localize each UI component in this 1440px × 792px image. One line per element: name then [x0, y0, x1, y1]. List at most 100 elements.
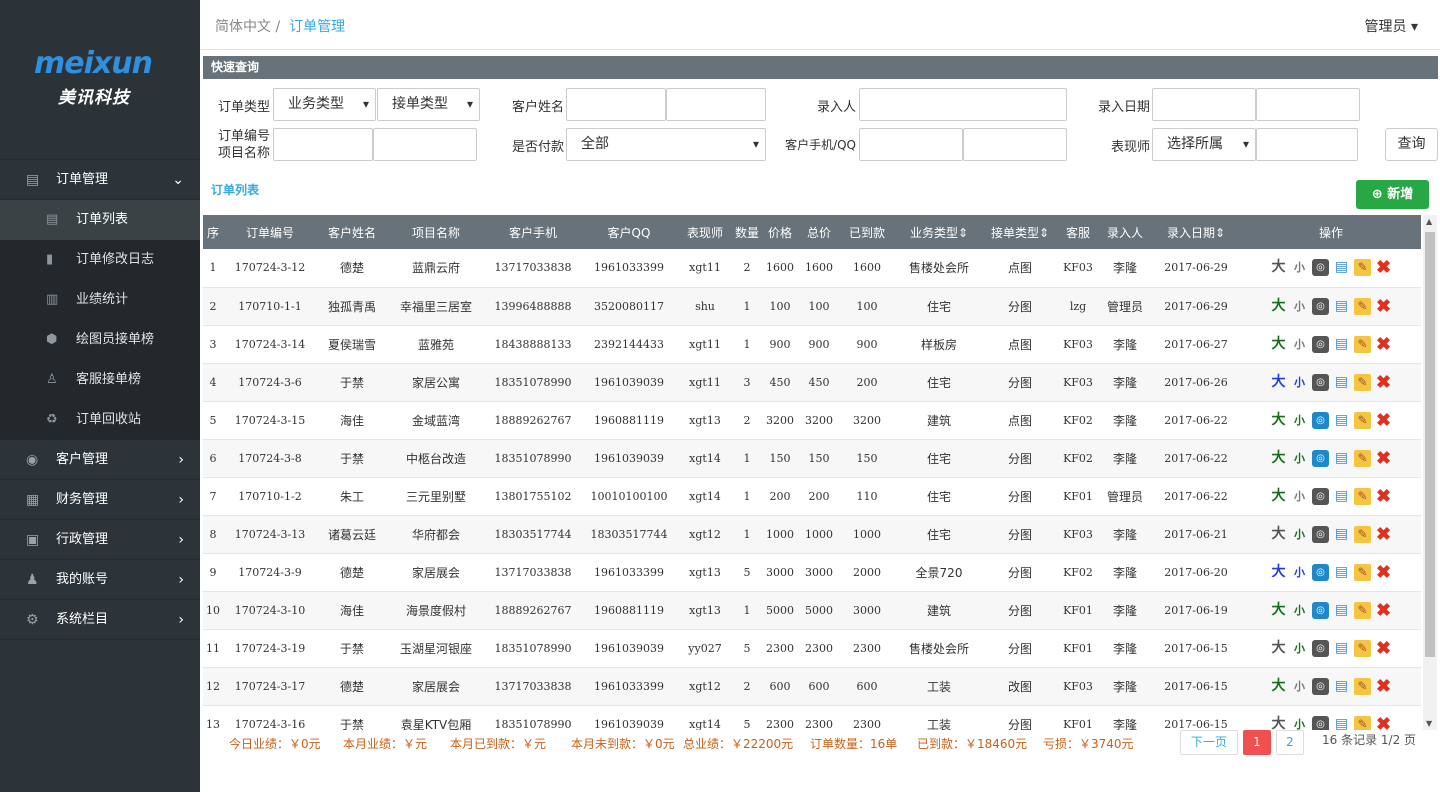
large-image-icon[interactable]: 大: [1270, 336, 1287, 353]
delete-icon[interactable]: ✖: [1375, 677, 1392, 695]
page-2-button[interactable]: 2: [1276, 730, 1304, 755]
customer-name-input-2[interactable]: [666, 88, 766, 121]
large-image-icon[interactable]: 大: [1270, 640, 1287, 657]
column-header[interactable]: 业务类型⇕: [895, 215, 983, 249]
scroll-down-icon[interactable]: ▼: [1426, 719, 1432, 728]
large-image-icon[interactable]: 大: [1270, 488, 1287, 505]
view-icon[interactable]: ◎: [1312, 487, 1329, 505]
sidebar-subitem-0-5[interactable]: ♻ 订单回收站: [0, 400, 200, 440]
small-image-icon[interactable]: 小: [1291, 259, 1308, 276]
artist-select[interactable]: 选择所属: [1152, 128, 1256, 161]
delete-icon[interactable]: ✖: [1375, 715, 1392, 730]
sidebar-item-2[interactable]: ▦ 财务管理 ›: [0, 480, 200, 520]
document-icon[interactable]: ▤: [1333, 488, 1350, 505]
delete-icon[interactable]: ✖: [1375, 639, 1392, 657]
biz-type-select[interactable]: 业务类型: [273, 88, 376, 121]
small-image-icon[interactable]: 小: [1291, 526, 1308, 543]
view-icon[interactable]: ◎: [1312, 677, 1329, 695]
edit-icon[interactable]: ✎: [1354, 335, 1371, 353]
small-image-icon[interactable]: 小: [1291, 678, 1308, 695]
query-button[interactable]: 查询: [1385, 128, 1438, 161]
edit-icon[interactable]: ✎: [1354, 639, 1371, 657]
large-image-icon[interactable]: 大: [1270, 678, 1287, 695]
document-icon[interactable]: ▤: [1333, 716, 1350, 731]
large-image-icon[interactable]: 大: [1270, 259, 1287, 276]
sidebar-subitem-0-2[interactable]: ▥ 业绩统计: [0, 280, 200, 320]
document-icon[interactable]: ▤: [1333, 336, 1350, 353]
document-icon[interactable]: ▤: [1333, 526, 1350, 543]
delete-icon[interactable]: ✖: [1375, 373, 1392, 391]
document-icon[interactable]: ▤: [1333, 298, 1350, 315]
large-image-icon[interactable]: 大: [1270, 716, 1287, 731]
sidebar-item-5[interactable]: ⚙ 系统栏目 ›: [0, 600, 200, 640]
table-scrollbar[interactable]: ▲ ▼: [1423, 215, 1437, 730]
view-icon[interactable]: ◎: [1312, 259, 1329, 277]
project-name-input[interactable]: [373, 128, 477, 161]
edit-icon[interactable]: ✎: [1354, 297, 1371, 315]
qq-input[interactable]: [963, 128, 1067, 161]
sidebar-item-1[interactable]: ◉ 客户管理 ›: [0, 440, 200, 480]
delete-icon[interactable]: ✖: [1375, 601, 1392, 619]
document-icon[interactable]: ▤: [1333, 450, 1350, 467]
edit-icon[interactable]: ✎: [1354, 411, 1371, 429]
edit-icon[interactable]: ✎: [1354, 487, 1371, 505]
view-icon[interactable]: ◎: [1312, 373, 1329, 391]
edit-icon[interactable]: ✎: [1354, 601, 1371, 619]
large-image-icon[interactable]: 大: [1270, 298, 1287, 315]
view-icon[interactable]: ◎: [1312, 411, 1329, 429]
small-image-icon[interactable]: 小: [1291, 298, 1308, 315]
sidebar-subitem-0-3[interactable]: ⬢ 绘图员接单榜: [0, 320, 200, 360]
scroll-up-icon[interactable]: ▲: [1426, 217, 1432, 226]
sidebar-subitem-0-4[interactable]: ♙ 客服接单榜: [0, 360, 200, 400]
small-image-icon[interactable]: 小: [1291, 602, 1308, 619]
large-image-icon[interactable]: 大: [1270, 564, 1287, 581]
document-icon[interactable]: ▤: [1333, 412, 1350, 429]
delete-icon[interactable]: ✖: [1375, 487, 1392, 505]
column-header[interactable]: 录入日期⇕: [1151, 215, 1241, 249]
view-icon[interactable]: ◎: [1312, 525, 1329, 543]
small-image-icon[interactable]: 小: [1291, 450, 1308, 467]
small-image-icon[interactable]: 小: [1291, 374, 1308, 391]
sidebar-item-0[interactable]: ▤ 订单管理 ⌄: [0, 160, 200, 200]
entry-date-to-input[interactable]: [1256, 88, 1360, 121]
small-image-icon[interactable]: 小: [1291, 640, 1308, 657]
customer-name-input[interactable]: [566, 88, 666, 121]
sidebar-item-3[interactable]: ▣ 行政管理 ›: [0, 520, 200, 560]
artist-input[interactable]: [1256, 128, 1358, 161]
large-image-icon[interactable]: 大: [1270, 412, 1287, 429]
breadcrumb-root[interactable]: 简体中文: [215, 19, 271, 35]
add-button[interactable]: ⊕ 新增: [1356, 180, 1429, 209]
view-icon[interactable]: ◎: [1312, 601, 1329, 619]
view-icon[interactable]: ◎: [1312, 715, 1329, 730]
user-menu[interactable]: 管理员 ▾: [1365, 16, 1418, 36]
edit-icon[interactable]: ✎: [1354, 525, 1371, 543]
delete-icon[interactable]: ✖: [1375, 525, 1392, 543]
small-image-icon[interactable]: 小: [1291, 412, 1308, 429]
small-image-icon[interactable]: 小: [1291, 488, 1308, 505]
column-header[interactable]: 接单类型⇕: [983, 215, 1057, 249]
small-image-icon[interactable]: 小: [1291, 564, 1308, 581]
view-icon[interactable]: ◎: [1312, 297, 1329, 315]
large-image-icon[interactable]: 大: [1270, 526, 1287, 543]
large-image-icon[interactable]: 大: [1270, 374, 1287, 391]
delete-icon[interactable]: ✖: [1375, 449, 1392, 467]
edit-icon[interactable]: ✎: [1354, 677, 1371, 695]
document-icon[interactable]: ▤: [1333, 564, 1350, 581]
phone-input[interactable]: [859, 128, 963, 161]
edit-icon[interactable]: ✎: [1354, 715, 1371, 730]
delete-icon[interactable]: ✖: [1375, 297, 1392, 315]
view-icon[interactable]: ◎: [1312, 563, 1329, 581]
edit-icon[interactable]: ✎: [1354, 449, 1371, 467]
view-icon[interactable]: ◎: [1312, 335, 1329, 353]
document-icon[interactable]: ▤: [1333, 259, 1350, 276]
delete-icon[interactable]: ✖: [1375, 411, 1392, 429]
take-type-select[interactable]: 接单类型: [377, 88, 480, 121]
sidebar-subitem-0-1[interactable]: ▮ 订单修改日志: [0, 240, 200, 280]
view-icon[interactable]: ◎: [1312, 639, 1329, 657]
page-1-button[interactable]: 1: [1243, 730, 1271, 755]
edit-icon[interactable]: ✎: [1354, 259, 1371, 277]
order-no-input[interactable]: [273, 128, 373, 161]
document-icon[interactable]: ▤: [1333, 678, 1350, 695]
sidebar-item-4[interactable]: ♟ 我的账号 ›: [0, 560, 200, 600]
small-image-icon[interactable]: 小: [1291, 336, 1308, 353]
